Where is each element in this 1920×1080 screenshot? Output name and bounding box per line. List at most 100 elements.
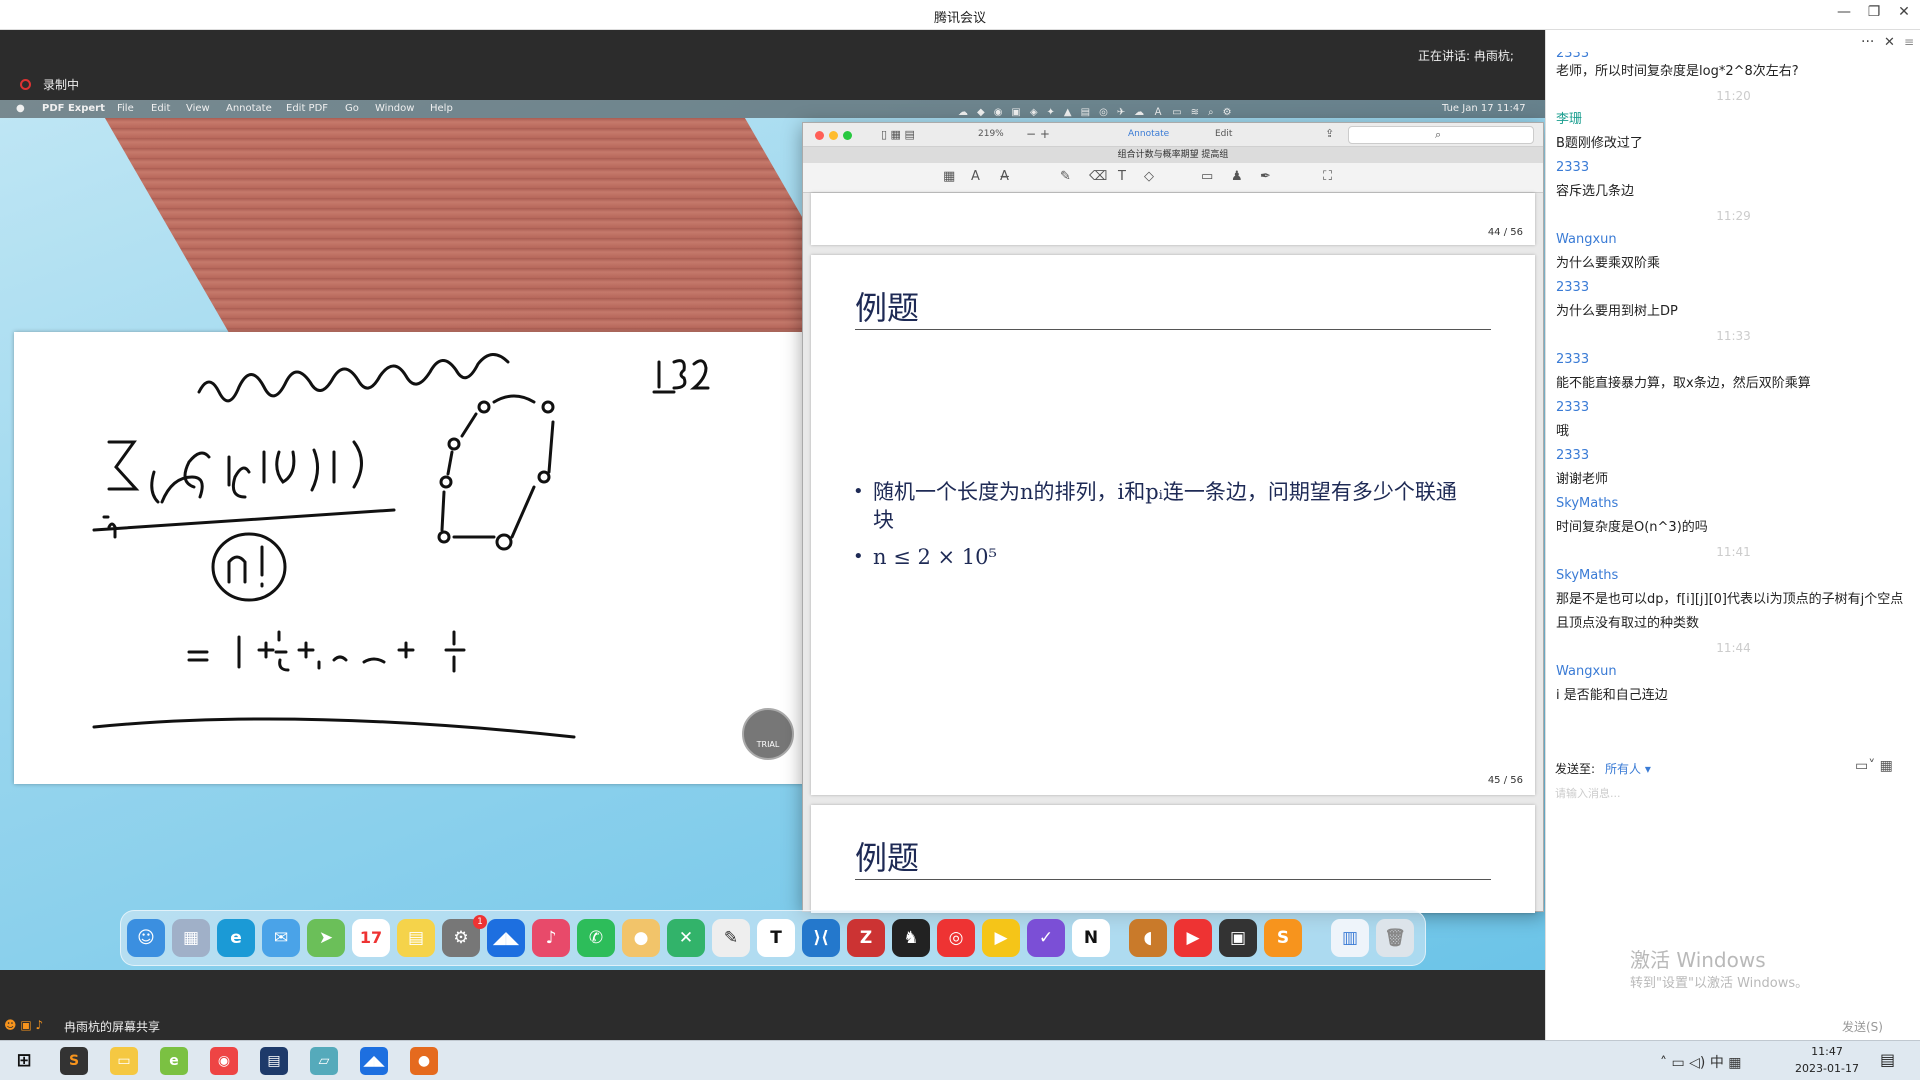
start-button[interactable]: ⊞ xyxy=(10,1047,38,1075)
text-tool-icon[interactable]: T xyxy=(1118,169,1126,184)
zoom-out-in-buttons[interactable]: − + xyxy=(1026,127,1050,141)
menu-help[interactable]: Help xyxy=(430,103,453,114)
window-zoom-dot[interactable] xyxy=(843,131,852,140)
edit-tab[interactable]: Edit xyxy=(1215,129,1232,139)
music-icon[interactable]: ♪ xyxy=(532,919,570,957)
recipient-select[interactable]: 所有人 ▾ xyxy=(1605,762,1651,776)
taskbar-app-icon[interactable]: e xyxy=(160,1047,188,1075)
bullet-text: 随机一个长度为n的排列，i和pᵢ连一条边，问期望有多少个联通块 xyxy=(873,480,1457,532)
mail-icon[interactable]: ✉ xyxy=(262,919,300,957)
taskbar-clock[interactable]: 11:47 2023-01-17 xyxy=(1782,1043,1872,1077)
menu-file[interactable]: File xyxy=(117,103,134,114)
window-minimize-dot[interactable] xyxy=(829,131,838,140)
chat-message-list[interactable]: 老师，所以时间复杂度是log*2^8次左右? 11:20 李珊 B题刚修改过了 2333… xyxy=(1546,60,1920,760)
chat-sender-name: Wangxun xyxy=(1556,664,1617,679)
menu-app[interactable]: PDF Expert xyxy=(42,103,105,114)
menu-edit[interactable]: Edit xyxy=(151,103,170,114)
menubar-datetime: Tue Jan 17 11:47 xyxy=(1442,103,1526,114)
bullet-item: • n ≤ 2 × 10⁵ xyxy=(853,543,1473,571)
menu-annotate[interactable]: Annotate xyxy=(226,103,272,114)
eraser-icon[interactable]: ⌫ xyxy=(1089,169,1107,184)
document-tab[interactable]: 组合计数与概率期望 提高组 xyxy=(803,147,1543,163)
share-icon[interactable]: ⇪ xyxy=(1325,127,1334,140)
taskbar-dev-icon[interactable]: ▤ xyxy=(260,1047,288,1075)
launchpad-icon[interactable]: ▦ xyxy=(172,919,210,957)
qq-icon[interactable]: ♞ xyxy=(892,919,930,957)
menu-edit-pdf[interactable]: Edit PDF xyxy=(286,103,328,114)
trash-icon[interactable]: 🗑 xyxy=(1376,919,1414,957)
search-input[interactable]: ⌕ xyxy=(1348,126,1534,144)
taskbar-chrome-icon[interactable]: ◉ xyxy=(210,1047,238,1075)
bullet-text: n ≤ 2 × 10⁵ xyxy=(873,545,997,569)
whiteboard-app-icon[interactable]: ▣ xyxy=(1219,919,1257,957)
zoom-select[interactable]: 219% xyxy=(978,129,1004,139)
taskbar-window-icon[interactable]: ▱ xyxy=(310,1047,338,1075)
chat-sender-name: SkyMaths xyxy=(1556,568,1619,583)
zotero-icon[interactable]: Z xyxy=(847,919,885,957)
notion-icon[interactable]: N xyxy=(1072,919,1110,957)
notes-icon[interactable]: ▤ xyxy=(397,919,435,957)
cookie-app-icon[interactable]: ● xyxy=(622,919,660,957)
shape-icon[interactable]: ◇ xyxy=(1144,169,1154,184)
close-button[interactable]: ✕ xyxy=(1890,4,1918,20)
annotation-toolbar: ▦ A A̶ ✎ ⌫ T ◇ ▭ ♟ ✒ ⛶ xyxy=(803,163,1543,193)
message-input[interactable]: 请输入消息... xyxy=(1555,785,1621,801)
send-button[interactable]: 发送(S) xyxy=(1842,1018,1883,1035)
sidebar-toggle-icon[interactable]: ▯ ▦ ▤ xyxy=(881,128,915,141)
maps-icon[interactable]: ➤ xyxy=(307,919,345,957)
ime-indicator[interactable]: 中 xyxy=(1710,1055,1724,1071)
windows-taskbar: ⊞ S ▭ e ◉ ▤ ▱ ◢◣ ● xyxy=(0,1040,1920,1080)
tray-icons[interactable]: ˄ ▭ ◁) xyxy=(1660,1055,1710,1071)
chat-menu-button[interactable]: ≡ xyxy=(1904,35,1914,49)
menu-view[interactable]: View xyxy=(186,103,210,114)
taskbar-explorer-icon[interactable]: ▭ xyxy=(110,1047,138,1075)
minimize-button[interactable]: — xyxy=(1830,4,1858,20)
pen-icon[interactable]: ✎ xyxy=(1060,169,1071,184)
writer-icon[interactable]: ✎ xyxy=(712,919,750,957)
send-to-label: 发送至: xyxy=(1555,762,1596,776)
annotate-tab[interactable]: Annotate xyxy=(1128,129,1169,139)
keyboard-icon[interactable]: ▦ xyxy=(1724,1055,1741,1071)
menu-window[interactable]: Window xyxy=(375,103,414,114)
calendar-icon[interactable]: 17 xyxy=(352,919,390,957)
taskbar-meeting-icon[interactable]: ◢◣ xyxy=(360,1047,388,1075)
typora-icon[interactable]: T xyxy=(757,919,795,957)
sublime-icon[interactable]: S xyxy=(1264,919,1302,957)
netease-music-icon[interactable]: ◎ xyxy=(937,919,975,957)
wechat-icon[interactable]: ✆ xyxy=(577,919,615,957)
almond-app-icon[interactable]: ◖ xyxy=(1129,919,1167,957)
mac-dock: ☺ ▦ e ✉ ➤ 17 ▤ ⚙ 1 ◢◣ ♪ ✆ ● ✕ ✎ T ⟩⟨ Z ♞… xyxy=(120,910,1426,966)
notification-icon[interactable]: ▤ xyxy=(1880,1050,1895,1069)
vscode-icon[interactable]: ⟩⟨ xyxy=(802,919,840,957)
restore-button[interactable]: ❐ xyxy=(1860,4,1888,20)
text-style-icon[interactable]: ▦ xyxy=(943,169,955,184)
tencent-video-icon[interactable]: ▶ xyxy=(982,919,1020,957)
signature-icon[interactable]: ✒ xyxy=(1260,169,1271,184)
xmind-icon[interactable]: ✕ xyxy=(667,919,705,957)
stamp-icon[interactable]: ♟ xyxy=(1231,169,1243,184)
chat-close-button[interactable]: ✕ xyxy=(1884,35,1895,50)
strikethrough-icon[interactable]: A̶ xyxy=(1000,169,1009,184)
taskbar-firefox-icon[interactable]: ● xyxy=(410,1047,438,1075)
file-icon[interactable]: ▭˅ ▦ xyxy=(1855,758,1893,774)
crop-icon[interactable]: ⛶ xyxy=(1323,169,1332,184)
menu-go[interactable]: Go xyxy=(345,103,359,114)
whiteboard[interactable] xyxy=(14,332,804,784)
omnifocus-icon[interactable]: ✓ xyxy=(1027,919,1065,957)
taskbar-sublime-icon[interactable]: S xyxy=(60,1047,88,1075)
highlight-icon[interactable]: A xyxy=(971,169,980,184)
trial-watermark[interactable]: TRIAL xyxy=(742,708,794,760)
window-close-dot[interactable] xyxy=(815,131,824,140)
apple-menu-icon[interactable]: ● xyxy=(16,103,25,114)
meeting-app-icon[interactable]: ◢◣ xyxy=(487,919,525,957)
pdf-toolbar: ▯ ▦ ▤ 219% − + Annotate Edit ⇪ ⌕ xyxy=(803,123,1543,147)
comment-icon[interactable]: ▭ xyxy=(1201,169,1213,184)
edge-icon[interactable]: e xyxy=(217,919,255,957)
windows-activation-text: 转到"设置"以激活 Windows。 xyxy=(1630,976,1809,991)
downloads-folder-icon[interactable]: ▥ xyxy=(1331,919,1369,957)
chat-more-button[interactable]: ··· xyxy=(1861,34,1874,50)
finder-icon[interactable]: ☺ xyxy=(127,919,165,957)
title-rule xyxy=(855,879,1491,880)
screen-share-label: 冉雨杭的屏幕共享 xyxy=(64,1020,161,1034)
pdf-expert-icon[interactable]: ▶ xyxy=(1174,919,1212,957)
